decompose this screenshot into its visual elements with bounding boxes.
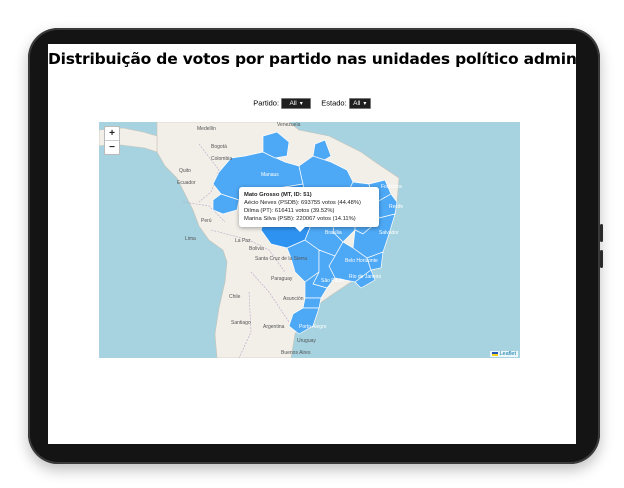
side-button xyxy=(600,250,603,268)
label-medellin: Medellín xyxy=(197,126,216,132)
label-bogota: Bogotá xyxy=(211,144,227,150)
label-argentina: Argentina xyxy=(263,324,285,330)
estado-label: Estado: xyxy=(321,98,347,108)
zoom-control: + − xyxy=(104,126,120,155)
label-bolivia: Bolivia xyxy=(249,246,264,252)
map[interactable]: Medellín Bogotá Venezuela Colombia Quito… xyxy=(99,122,520,358)
popup-tip xyxy=(295,227,305,232)
label-paraguay: Paraguay xyxy=(271,276,293,282)
partido-label: Partido: xyxy=(253,98,280,108)
flag-icon xyxy=(492,351,499,356)
label-buenos-aires: Buenos Aires xyxy=(281,350,311,356)
side-button xyxy=(600,224,603,242)
label-asuncion: Asunción xyxy=(283,296,304,302)
label-santiago: Santiago xyxy=(231,320,251,326)
partido-select[interactable]: All ▾ xyxy=(281,98,312,109)
label-rio: Rio de Janeiro xyxy=(349,274,381,280)
label-ecuador: Ecuador xyxy=(177,180,196,186)
zoom-out-button[interactable]: − xyxy=(105,140,119,154)
label-manaus: Manaus xyxy=(261,172,279,178)
label-porto-alegre: Porto Alegre xyxy=(299,324,327,330)
state-popup: Mato Grosso (MT, ID: 51) Aécio Neves (PS… xyxy=(239,187,379,232)
label-chile: Chile xyxy=(229,294,241,300)
zoom-in-button[interactable]: + xyxy=(105,127,119,140)
map-canvas[interactable]: Medellín Bogotá Venezuela Colombia Quito… xyxy=(99,122,520,358)
page-title: Distribuição de votos por partido nas un… xyxy=(48,50,576,68)
label-sao-paulo: São Paulo xyxy=(321,278,344,284)
label-uruguay: Uruguay xyxy=(297,338,316,344)
map-attribution[interactable]: Leaflet xyxy=(490,351,518,357)
screen: Distribuição de votos por partido nas un… xyxy=(48,44,576,444)
label-recife: Recife xyxy=(389,204,403,210)
estado-select-value: All xyxy=(353,100,361,107)
label-la-paz: La Paz xyxy=(235,238,251,244)
popup-title: Mato Grosso (MT, ID: 51) xyxy=(244,192,312,198)
filter-controls: Partido: All ▾ Estado: All ▾ xyxy=(48,98,576,109)
attribution-link[interactable]: Leaflet xyxy=(499,351,516,357)
partido-select-value: All xyxy=(289,100,297,107)
popup-line: Aécio Neves (PSDB): 693755 votos (44.48%… xyxy=(244,200,361,206)
label-brasilia: Brasília xyxy=(325,230,342,236)
estado-select[interactable]: All ▾ xyxy=(348,98,371,109)
label-fortaleza: Fortaleza xyxy=(381,184,402,190)
chevron-down-icon: ▾ xyxy=(299,101,303,107)
label-lima: Lima xyxy=(185,236,196,242)
popup-line: Marina Silva (PSB): 220067 votos (14.11%… xyxy=(244,216,356,222)
popup-line: Dilma (PT): 616411 votos (39.52%) xyxy=(244,208,335,214)
label-santa-cruz: Santa Cruz de la Sierra xyxy=(255,256,307,262)
label-belo-horizonte: Belo Horizonte xyxy=(345,258,378,264)
state-santa-catarina[interactable] xyxy=(302,297,322,309)
label-peru: Perú xyxy=(201,218,212,224)
label-venezuela: Venezuela xyxy=(277,122,301,128)
label-colombia: Colombia xyxy=(211,156,232,162)
chevron-down-icon: ▾ xyxy=(363,101,367,107)
label-salvador: Salvador xyxy=(379,230,399,236)
label-quito: Quito xyxy=(179,168,191,174)
